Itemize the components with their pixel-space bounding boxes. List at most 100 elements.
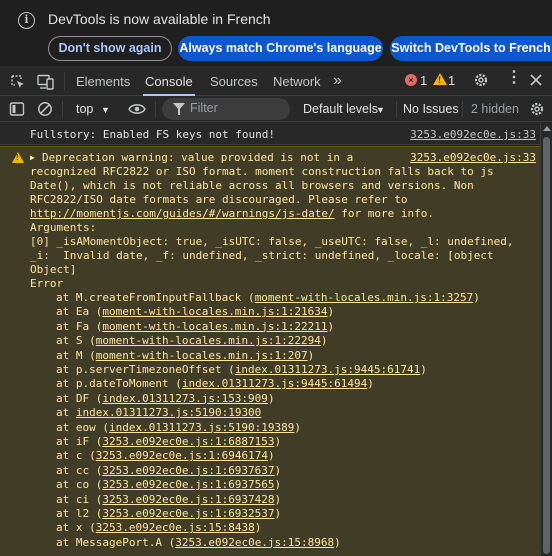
always-match-language-button[interactable]: Always match Chrome's language: [178, 36, 383, 61]
stack-frame-source-link[interactable]: 3253.e092ec0e.js:1:6932537: [102, 507, 274, 520]
stack-frame-end: ): [327, 319, 335, 333]
stack-frame: at p.serverTimezoneOffset (index.0131127…: [56, 363, 427, 377]
stack-frame-function: at Ea (: [56, 305, 103, 319]
stack-frame-source-link[interactable]: index.01311273.js:5190:19389: [109, 421, 294, 434]
tab-network[interactable]: Network: [273, 66, 321, 96]
console-filterbar: top ▼ Filter Default levels ▼ No Issues …: [0, 97, 552, 122]
stack-frame-source-link[interactable]: moment-with-locales.min.js:1:207: [96, 349, 308, 362]
stack-frame-end: ): [254, 521, 262, 535]
stack-frame: at l2 (3253.e092ec0e.js:1:6932537): [56, 507, 281, 521]
warning-line: Date(), which is not reliable across all…: [30, 179, 474, 192]
stack-frame-end: ): [327, 305, 335, 319]
stack-frame: at M.createFromInputFallback (moment-wit…: [56, 291, 480, 305]
clear-console-icon[interactable]: [37, 101, 53, 117]
more-tabs-chevron-icon[interactable]: »: [333, 66, 342, 96]
sidebar-toggle-icon[interactable]: [9, 101, 25, 117]
stack-frame: at index.01311273.js:5190:19300: [56, 406, 261, 420]
scrollbar-thumb[interactable]: [543, 137, 550, 554]
stack-frame: at iF (3253.e092ec0e.js:1:6887153): [56, 435, 281, 449]
stack-frame-source-link[interactable]: index.01311273.js:9445:61741: [235, 363, 420, 376]
stack-frame-source-link[interactable]: 3253.e092ec0e.js:1:6887153: [102, 435, 274, 448]
warning-count[interactable]: 1: [448, 74, 455, 88]
live-expression-eye-icon[interactable]: [128, 102, 146, 116]
warning-line: Deprecation warning: value provided is n…: [42, 151, 354, 164]
divider: [396, 101, 397, 118]
stack-frame-end: ): [334, 535, 341, 549]
close-devtools-icon[interactable]: [530, 74, 542, 86]
stack-frame-end: ): [320, 334, 328, 348]
warning-icon[interactable]: !: [433, 73, 447, 85]
arguments-line: _i: Invalid date, _f: undefined, _strict…: [30, 249, 494, 262]
warning-source-link[interactable]: 3253.e092ec0e.js:33: [410, 151, 536, 164]
stack-frame: at Ea (moment-with-locales.min.js:1:2163…: [56, 305, 334, 319]
stack-frame-source-link[interactable]: moment-with-locales.min.js:1:3257: [255, 291, 474, 304]
stack-frame-source-link[interactable]: 3253.e092ec0e.js:15:8438: [96, 521, 255, 534]
divider: [62, 101, 63, 118]
info-message-text: Fullstory: Enabled FS keys not found!: [30, 128, 276, 141]
log-levels-dropdown[interactable]: Default levels: [303, 101, 378, 117]
stack-frame-function: at p.serverTimezoneOffset (: [56, 363, 235, 376]
stack-frame-end: ): [367, 377, 374, 391]
stack-frame-source-link[interactable]: 3253.e092ec0e.js:1:6937637: [102, 464, 274, 477]
tab-console[interactable]: Console: [143, 66, 195, 96]
info-message-source-link[interactable]: 3253.e092ec0e.js:33: [410, 128, 536, 141]
stack-frame-function: at c (: [56, 449, 96, 463]
stack-frame: at c (3253.e092ec0e.js:1:6946174): [56, 449, 275, 463]
context-selector[interactable]: top: [76, 101, 93, 117]
arguments-line[interactable]: [0] _isAMomentObject: true, _isUTC: fals…: [30, 235, 513, 249]
stack-frame: at x (3253.e092ec0e.js:15:8438): [56, 521, 261, 535]
stack-frame-source-link[interactable]: index.01311273.js:153:909: [102, 392, 268, 405]
more-options-icon[interactable]: ⋮: [506, 70, 522, 86]
stack-frame-end: ): [274, 478, 282, 492]
stack-frame-source-link[interactable]: 3253.e092ec0e.js:1:6937565: [102, 478, 274, 491]
switch-devtools-language-button[interactable]: Switch DevTools to French: [390, 36, 552, 61]
filter-placeholder: Filter: [190, 101, 218, 115]
inspect-element-icon[interactable]: [10, 74, 26, 90]
stack-frame-function: at eow (: [56, 420, 109, 434]
console-output: Fullstory: Enabled FS keys not found! 32…: [0, 123, 540, 556]
divider: [462, 101, 463, 118]
error-icon[interactable]: ×: [405, 74, 417, 86]
issues-link[interactable]: No Issues: [403, 101, 459, 117]
scroll-up-arrow-icon[interactable]: [543, 126, 551, 131]
stack-frame-source-link[interactable]: index.01311273.js:9445:61494: [182, 377, 367, 390]
momentjs-warning-link[interactable]: http://momentjs.com/guides/#/warnings/js…: [30, 207, 335, 220]
levels-dropdown-icon[interactable]: ▼: [376, 102, 385, 118]
stack-frame: at ci (3253.e092ec0e.js:1:6937428): [56, 493, 281, 507]
expand-triangle-icon[interactable]: ▶: [30, 151, 35, 165]
stack-frame-source-link[interactable]: 3253.e092ec0e.js:1:6946174: [96, 449, 268, 462]
arguments-label: Arguments:: [30, 221, 97, 234]
info-icon: i: [18, 12, 35, 29]
warning-url-suffix: for more info.: [334, 207, 434, 220]
stack-frame-source-link[interactable]: moment-with-locales.min.js:1:22211: [102, 320, 327, 333]
stack-frame: at DF (index.01311273.js:153:909): [56, 392, 275, 406]
divider: [155, 101, 156, 118]
context-dropdown-icon[interactable]: ▼: [101, 102, 110, 118]
stack-frame-source-link[interactable]: 3253.e092ec0e.js:1:6937428: [102, 493, 274, 506]
stack-frame-function: at Fa (: [56, 319, 103, 333]
console-scrollbar[interactable]: [540, 123, 552, 556]
stack-frame-source-link[interactable]: moment-with-locales.min.js:1:21634: [102, 305, 327, 318]
stack-frame-end: ): [274, 492, 282, 506]
devtools-tabbar: Elements Console Sources Network »: [0, 66, 552, 96]
stack-frame-source-link[interactable]: 3253.e092ec0e.js:15:8968: [175, 536, 334, 549]
infobar-message: DevTools is now available in French: [48, 11, 271, 27]
tab-sources[interactable]: Sources: [210, 66, 258, 96]
stack-frame-end: ): [267, 449, 275, 463]
stack-frame-source-link[interactable]: index.01311273.js:5190:19300: [76, 406, 261, 419]
stack-frame-function: at M (: [56, 348, 96, 362]
console-settings-gear-icon[interactable]: [529, 101, 545, 117]
stack-frame-source-link[interactable]: moment-with-locales.min.js:1:22294: [96, 334, 321, 347]
warning-url-line: http://momentjs.com/guides/#/warnings/js…: [30, 207, 434, 221]
stack-frame-function: at ci (: [56, 492, 103, 506]
device-toolbar-icon[interactable]: [37, 74, 55, 90]
stack-frame-function: at DF (: [56, 391, 103, 405]
stack-frame-function: at x (: [56, 521, 96, 535]
dont-show-again-button[interactable]: Don't show again: [48, 36, 172, 61]
stack-frame: at S (moment-with-locales.min.js:1:22294…: [56, 334, 328, 348]
error-count[interactable]: 1: [420, 74, 427, 88]
settings-gear-icon[interactable]: [473, 72, 489, 88]
filter-input[interactable]: Filter: [162, 98, 290, 120]
console-message-warning: ! 3253.e092ec0e.js:33 ▶ Deprecation warn…: [0, 146, 540, 556]
tab-elements[interactable]: Elements: [76, 66, 130, 96]
